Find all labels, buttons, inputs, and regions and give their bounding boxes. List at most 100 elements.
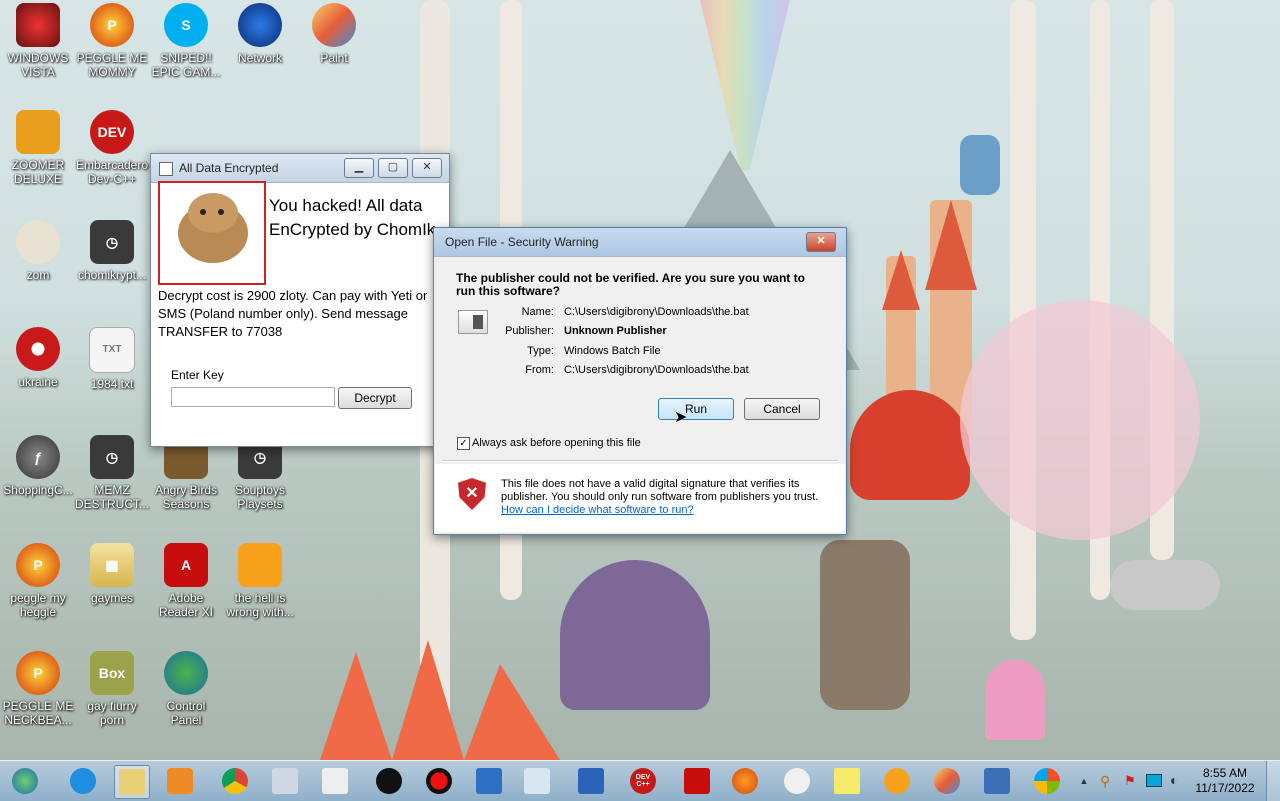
tray-flag-icon[interactable]: ⚑ bbox=[1124, 773, 1136, 789]
desktop-icon[interactable]: the hell is wrong with... bbox=[222, 543, 298, 619]
type-label: Type: bbox=[527, 345, 554, 357]
run-button[interactable]: Run bbox=[658, 398, 734, 420]
key-input[interactable] bbox=[171, 387, 335, 407]
apple-house bbox=[850, 390, 970, 500]
taskbar-item[interactable] bbox=[574, 765, 608, 797]
taskbar-item[interactable] bbox=[268, 765, 302, 797]
media-player-icon bbox=[167, 768, 193, 794]
batch-file-icon bbox=[458, 310, 488, 334]
control-panel-icon bbox=[164, 651, 208, 695]
taskbar-item[interactable] bbox=[520, 765, 554, 797]
mice bbox=[1110, 560, 1220, 610]
taskbar-item[interactable] bbox=[114, 765, 150, 799]
taskbar-item[interactable] bbox=[218, 765, 252, 797]
desktop-icon[interactable]: ƒ ShoppingC... bbox=[0, 435, 76, 497]
taskbar-item[interactable] bbox=[8, 765, 42, 797]
ransom-window-titlebar[interactable]: All Data Encrypted ▁ ▢ ✕ bbox=[151, 154, 449, 183]
desktop-icon[interactable]: Network bbox=[222, 3, 298, 65]
decrypt-button[interactable]: Decrypt bbox=[338, 387, 412, 409]
solitaire-icon bbox=[322, 768, 348, 794]
snipping-icon bbox=[784, 768, 810, 794]
clock-icon: ◷ bbox=[90, 435, 134, 479]
desktop-icon-label: Network bbox=[237, 51, 282, 65]
internet-explorer-icon bbox=[70, 768, 96, 794]
taskbar-item[interactable] bbox=[780, 765, 814, 797]
chrome-icon bbox=[222, 768, 248, 794]
desktop-icon[interactable]: ZOOMER DELUXE bbox=[0, 110, 76, 186]
desktop-icon[interactable]: ☢ ukraine bbox=[0, 327, 76, 389]
desktop-icon[interactable]: ▦ gaymes bbox=[74, 543, 150, 605]
desktop-icon[interactable]: A Adobe Reader XI bbox=[148, 543, 224, 619]
taskbar-item[interactable]: DEV C++ bbox=[626, 765, 660, 797]
taskbar-item[interactable] bbox=[1030, 765, 1064, 797]
desktop-icon-label: peggle my heggle bbox=[10, 591, 66, 619]
rainbow-beam bbox=[700, 0, 790, 170]
desktop-icon-label: 1984.txt bbox=[90, 377, 134, 391]
desktop-icon[interactable]: Paint bbox=[296, 3, 372, 65]
desktop-icon[interactable]: ◷ chomikrypt... bbox=[74, 220, 150, 282]
desktop-icon[interactable]: WINDOWS VISTA bbox=[0, 3, 76, 79]
dialog-titlebar[interactable]: Open File - Security Warning ✕ bbox=[434, 228, 846, 257]
taskbar-item[interactable] bbox=[422, 765, 456, 797]
taskbar-item[interactable] bbox=[930, 765, 964, 797]
taskbar-item[interactable] bbox=[472, 765, 506, 797]
taskbar-item[interactable] bbox=[980, 765, 1014, 797]
always-ask-label: Always ask before opening this file bbox=[472, 437, 641, 449]
desktop-icon[interactable]: S SNIPED!! EPIC GAM... bbox=[148, 3, 224, 79]
tray-search-icon[interactable]: ⚲ bbox=[1100, 773, 1110, 790]
tray-volume-icon[interactable]: ◐ bbox=[1170, 772, 1178, 788]
desktop-icon[interactable]: Control Panel bbox=[148, 651, 224, 727]
publisher-value: Unknown Publisher bbox=[564, 325, 667, 337]
taskbar-item[interactable] bbox=[318, 765, 352, 797]
desktop-icon[interactable]: Box gay fiurry porn bbox=[74, 651, 150, 727]
close-button[interactable]: ✕ bbox=[412, 158, 442, 178]
desktop-icon-label: PEGGLE ME MOMMY bbox=[76, 51, 148, 79]
desktop-icon-label: Control Panel bbox=[166, 699, 206, 727]
taskbar-item[interactable] bbox=[372, 765, 406, 797]
taskbar-item[interactable] bbox=[880, 765, 914, 797]
clock-icon: ◷ bbox=[90, 220, 134, 264]
from-label: From: bbox=[525, 364, 554, 376]
clock-time: 8:55 AM bbox=[1202, 766, 1248, 780]
adobe-icon bbox=[684, 768, 710, 794]
maximize-button[interactable]: ▢ bbox=[378, 158, 408, 178]
document-icon bbox=[524, 768, 550, 794]
taskbar-item[interactable] bbox=[66, 765, 100, 797]
taskbar-item[interactable] bbox=[830, 765, 864, 797]
desktop-icon[interactable]: Ppeggle my heggle bbox=[0, 543, 76, 619]
ransom-window[interactable]: All Data Encrypted ▁ ▢ ✕ You hacked! All… bbox=[150, 153, 450, 447]
show-desktop-button[interactable] bbox=[1266, 761, 1280, 801]
taskbar-item[interactable] bbox=[680, 765, 714, 797]
taskbar-item[interactable] bbox=[163, 765, 197, 797]
desktop-icon-label: SNIPED!! EPIC GAM... bbox=[151, 51, 221, 79]
tray-display-icon[interactable] bbox=[1146, 774, 1162, 787]
virtualbox-icon bbox=[984, 768, 1010, 794]
minimize-button[interactable]: ▁ bbox=[344, 158, 374, 178]
desktop-icon[interactable]: TXT 1984.txt bbox=[74, 327, 150, 391]
desktop-icon-label: PEGGLE ME NECKBEA... bbox=[2, 699, 74, 727]
desktop-icon[interactable]: DEV Embarcadero Dev-C++ bbox=[74, 110, 150, 186]
desktop-icon-label: ukraine bbox=[18, 375, 58, 389]
desktop-icon[interactable]: P PEGGLE ME NECKBEA... bbox=[0, 651, 76, 727]
desktop-icon[interactable]: ◷ MEMZ DESTRUCT... bbox=[74, 435, 150, 511]
desktop-icon[interactable]: zom bbox=[0, 220, 76, 282]
type-value: Windows Batch File bbox=[564, 345, 661, 357]
cancel-button[interactable]: Cancel bbox=[744, 398, 820, 420]
desktop-icon-label: Paint bbox=[320, 51, 348, 65]
clock-date: 11/17/2022 bbox=[1195, 781, 1255, 795]
dialog-close-button[interactable]: ✕ bbox=[806, 232, 836, 252]
always-ask-checkbox[interactable]: ✓ bbox=[457, 437, 470, 450]
show-hidden-icons-arrow[interactable]: ▲ bbox=[1079, 765, 1089, 797]
desktop-icon-label: WINDOWS VISTA bbox=[7, 51, 69, 79]
mouse-cursor-icon: ➤ bbox=[674, 409, 688, 426]
taskbar-item[interactable] bbox=[728, 765, 762, 797]
desktop-icon[interactable]: P PEGGLE ME MOMMY bbox=[74, 3, 150, 79]
help-link[interactable]: How can I decide what software to run? bbox=[501, 504, 694, 516]
skype-icon: S bbox=[164, 3, 208, 47]
start-orb-icon bbox=[12, 768, 38, 794]
pink-leaf-plant bbox=[960, 300, 1200, 540]
security-warning-dialog[interactable]: Open File - Security Warning ✕ The publi… bbox=[433, 227, 847, 535]
uc-browser-icon bbox=[238, 543, 282, 587]
name-label: Name: bbox=[521, 306, 554, 318]
tray-clock[interactable]: 8:55 AM 11/17/2022 bbox=[1195, 766, 1255, 796]
